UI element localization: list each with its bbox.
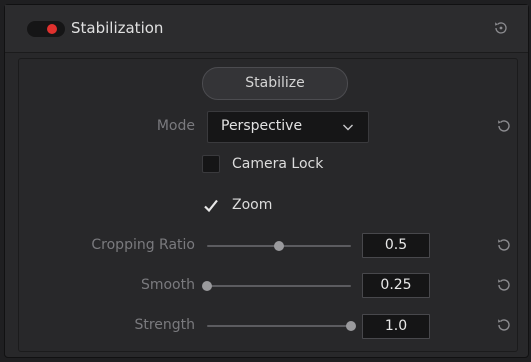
camera-lock-label: Camera Lock — [232, 156, 324, 172]
strength-label: Strength — [134, 317, 195, 333]
cropping-ratio-handle[interactable] — [274, 241, 284, 251]
smooth-label: Smooth — [140, 277, 195, 293]
panel-header[interactable]: Stabilization — [5, 5, 528, 53]
zoom-label: Zoom — [232, 197, 273, 213]
panel-title: Stabilization — [71, 19, 164, 37]
enable-toggle[interactable] — [27, 21, 65, 37]
cropping-ratio-input[interactable]: 0.5 — [362, 233, 430, 258]
panel-body: Stabilize Mode Perspective Camera Lock Z… — [18, 58, 518, 352]
smooth-track[interactable] — [207, 285, 351, 287]
chevron-down-icon — [343, 124, 353, 131]
mode-select[interactable]: Perspective — [207, 111, 369, 143]
reset-mode-icon[interactable] — [495, 117, 513, 135]
smooth-input[interactable]: 0.25 — [362, 273, 430, 298]
reset-panel-icon[interactable] — [492, 19, 510, 37]
strength-handle[interactable] — [346, 321, 356, 331]
strength-track[interactable] — [207, 325, 351, 327]
strength-input[interactable]: 1.0 — [362, 314, 430, 339]
camera-lock-checkbox[interactable] — [202, 155, 220, 173]
cropping-ratio-label: Cropping Ratio — [91, 237, 195, 253]
zoom-checkbox[interactable] — [202, 197, 220, 215]
reset-smooth-icon[interactable] — [495, 276, 513, 294]
toggle-indicator — [47, 24, 57, 34]
smooth-handle[interactable] — [202, 281, 212, 291]
stabilize-button[interactable]: Stabilize — [202, 67, 348, 100]
reset-strength-icon[interactable] — [495, 316, 513, 334]
mode-label: Mode — [156, 118, 195, 134]
stabilization-panel: Stabilization Stabilize Mode Perspective… — [4, 4, 529, 358]
mode-value: Perspective — [221, 118, 303, 134]
reset-cropping-ratio-icon[interactable] — [495, 236, 513, 254]
